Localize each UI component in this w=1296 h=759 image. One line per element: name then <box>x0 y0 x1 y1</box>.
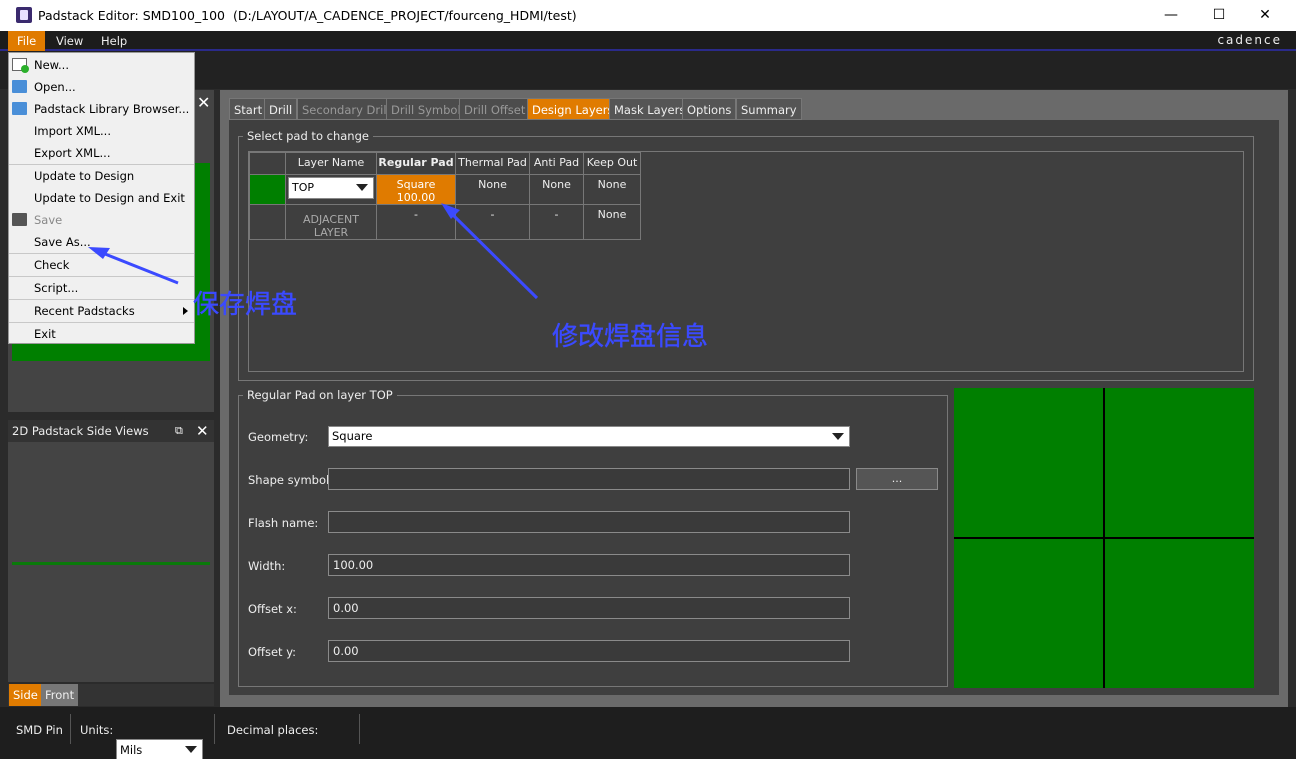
annotation-arrow-save <box>99 250 179 285</box>
annotation-arrow-modify <box>448 210 539 300</box>
annotation-arrows <box>88 203 539 300</box>
arrowhead-icon <box>88 247 110 259</box>
padstack-editor-window: Padstack Editor: SMD100_100 (D:/LAYOUT/A… <box>0 0 1296 759</box>
annotation-modify-pad: 修改焊盘信息 <box>552 322 709 352</box>
arrowhead-icon <box>441 203 460 219</box>
annotation-save-pad: 保存焊盘 <box>193 290 298 320</box>
